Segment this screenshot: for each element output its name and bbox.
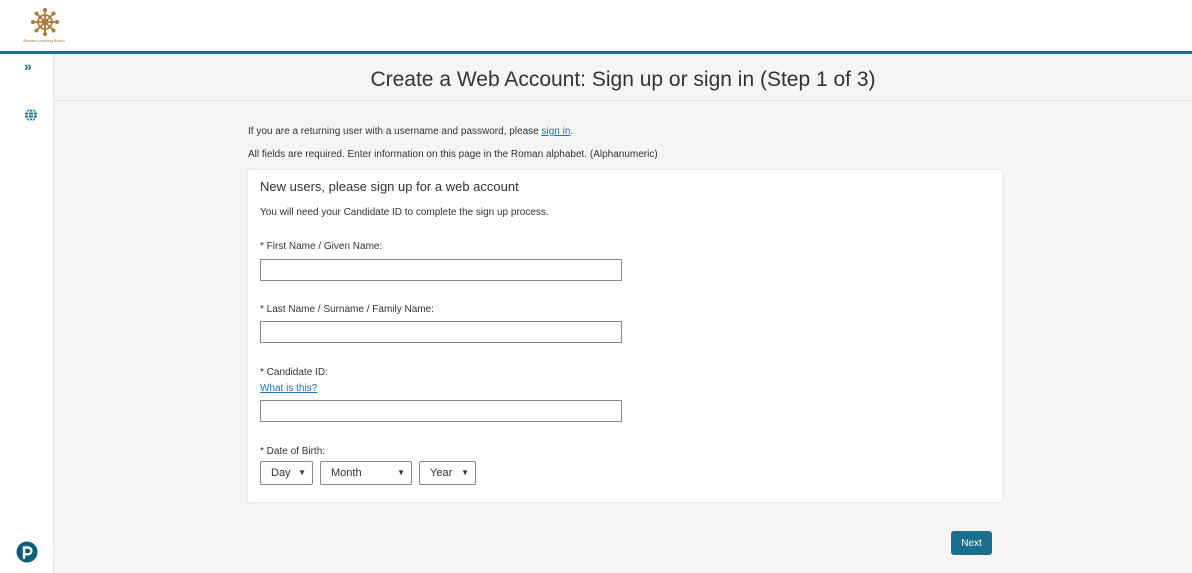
pearson-logo-icon xyxy=(16,541,38,563)
dob-year-value: Year xyxy=(430,467,453,479)
dob-day-select[interactable]: Day ▼ xyxy=(260,461,313,485)
card-note: You will need your Candidate ID to compl… xyxy=(260,207,549,218)
sign-up-card: New users, please sign up for a web acco… xyxy=(248,170,1002,502)
page-title: Create a Web Account: Sign up or sign in… xyxy=(370,68,876,91)
last-name-input[interactable] xyxy=(260,321,622,343)
last-name-label: * Last Name / Surname / Family Name: xyxy=(260,304,434,315)
caret-down-icon: ▼ xyxy=(397,468,405,477)
returning-user-prefix: If you are a returning user with a usern… xyxy=(248,126,542,137)
caret-down-icon: ▼ xyxy=(461,468,469,477)
requirements-text: All fields are required. Enter informati… xyxy=(248,149,658,160)
dob-month-select[interactable]: Month ▼ xyxy=(320,461,412,485)
dob-day-value: Day xyxy=(271,467,291,479)
logo-text: Bhutan Learning Board xyxy=(23,38,65,43)
caret-down-icon: ▼ xyxy=(298,468,306,477)
returning-user-suffix: . xyxy=(570,126,574,137)
next-button[interactable]: Next xyxy=(951,531,992,555)
top-bar: Bhutan Learning Board xyxy=(0,0,1192,54)
candidate-id-input[interactable] xyxy=(260,400,622,422)
globe-icon[interactable] xyxy=(24,108,38,122)
first-name-label: * First Name / Given Name: xyxy=(260,241,383,252)
header-divider xyxy=(54,100,1192,101)
returning-user-text: If you are a returning user with a usern… xyxy=(248,126,573,137)
dob-year-select[interactable]: Year ▼ xyxy=(419,461,476,485)
sidebar: » xyxy=(0,54,54,573)
candidate-id-label: * Candidate ID: xyxy=(260,367,328,378)
chevron-double-right-icon[interactable]: » xyxy=(24,58,32,74)
card-heading: New users, please sign up for a web acco… xyxy=(260,179,519,194)
dob-month-value: Month xyxy=(331,467,362,479)
sign-in-link[interactable]: sign in xyxy=(542,126,571,137)
date-of-birth-label: * Date of Birth: xyxy=(260,446,326,457)
candidate-id-help-link[interactable]: What is this? xyxy=(260,383,317,394)
first-name-input[interactable] xyxy=(260,259,622,281)
